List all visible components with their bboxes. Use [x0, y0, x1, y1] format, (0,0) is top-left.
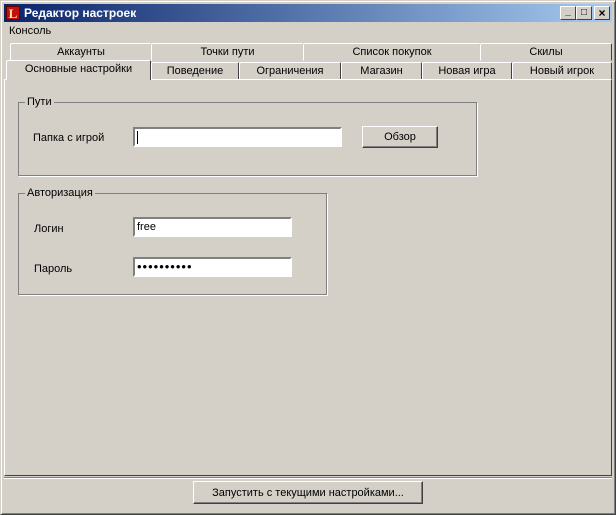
text-caret [137, 131, 138, 144]
tab-behavior[interactable]: Поведение [151, 62, 239, 80]
tab-accounts[interactable]: Аккаунты [10, 43, 152, 61]
footer-separator [4, 477, 612, 479]
tab-main-settings[interactable]: Основные настройки [6, 60, 151, 80]
maximize-icon: □ [580, 7, 588, 18]
settings-editor-window: L Редактор настроек _ □ × Консоль Аккаун… [0, 0, 616, 515]
game-folder-input[interactable] [133, 127, 342, 147]
close-icon: × [598, 6, 606, 20]
close-button[interactable]: × [594, 6, 610, 20]
tab-skills[interactable]: Скилы [480, 43, 612, 61]
tab-new-player[interactable]: Новый игрок [512, 62, 612, 80]
tab-limits[interactable]: Ограничения [239, 62, 341, 80]
window-title: Редактор настроек [24, 6, 137, 20]
login-label: Логин [34, 223, 64, 235]
menu-bar: Консоль [4, 23, 612, 41]
run-with-current-settings-button[interactable]: Запустить с текущими настройками... [193, 481, 423, 504]
minimize-button[interactable]: _ [560, 6, 576, 20]
tab-row-top: Аккаунты Точки пути Список покупок Скилы [4, 43, 612, 61]
paths-group-legend: Пути [25, 96, 54, 108]
login-input[interactable]: free [133, 217, 292, 237]
tab-row-bottom: Основные настройки Поведение Ограничения… [4, 60, 612, 80]
password-label: Пароль [34, 263, 73, 275]
game-folder-label: Папка с игрой [33, 132, 105, 144]
auth-group-legend: Авторизация [25, 187, 95, 199]
tab-shopping-list[interactable]: Список покупок [303, 43, 481, 61]
tab-waypoints[interactable]: Точки пути [151, 43, 304, 61]
app-icon: L [6, 6, 20, 21]
menu-console[interactable]: Консоль [9, 25, 51, 37]
password-input[interactable]: •••••••••• [133, 257, 292, 277]
auth-groupbox: Авторизация [18, 187, 327, 295]
tab-shop[interactable]: Магазин [341, 62, 422, 80]
tab-new-game[interactable]: Новая игра [422, 62, 512, 80]
browse-button[interactable]: Обзор [362, 126, 438, 148]
minimize-icon: _ [565, 6, 571, 17]
title-bar[interactable]: L Редактор настроек _ □ × [4, 4, 612, 22]
maximize-button[interactable]: □ [576, 6, 592, 20]
